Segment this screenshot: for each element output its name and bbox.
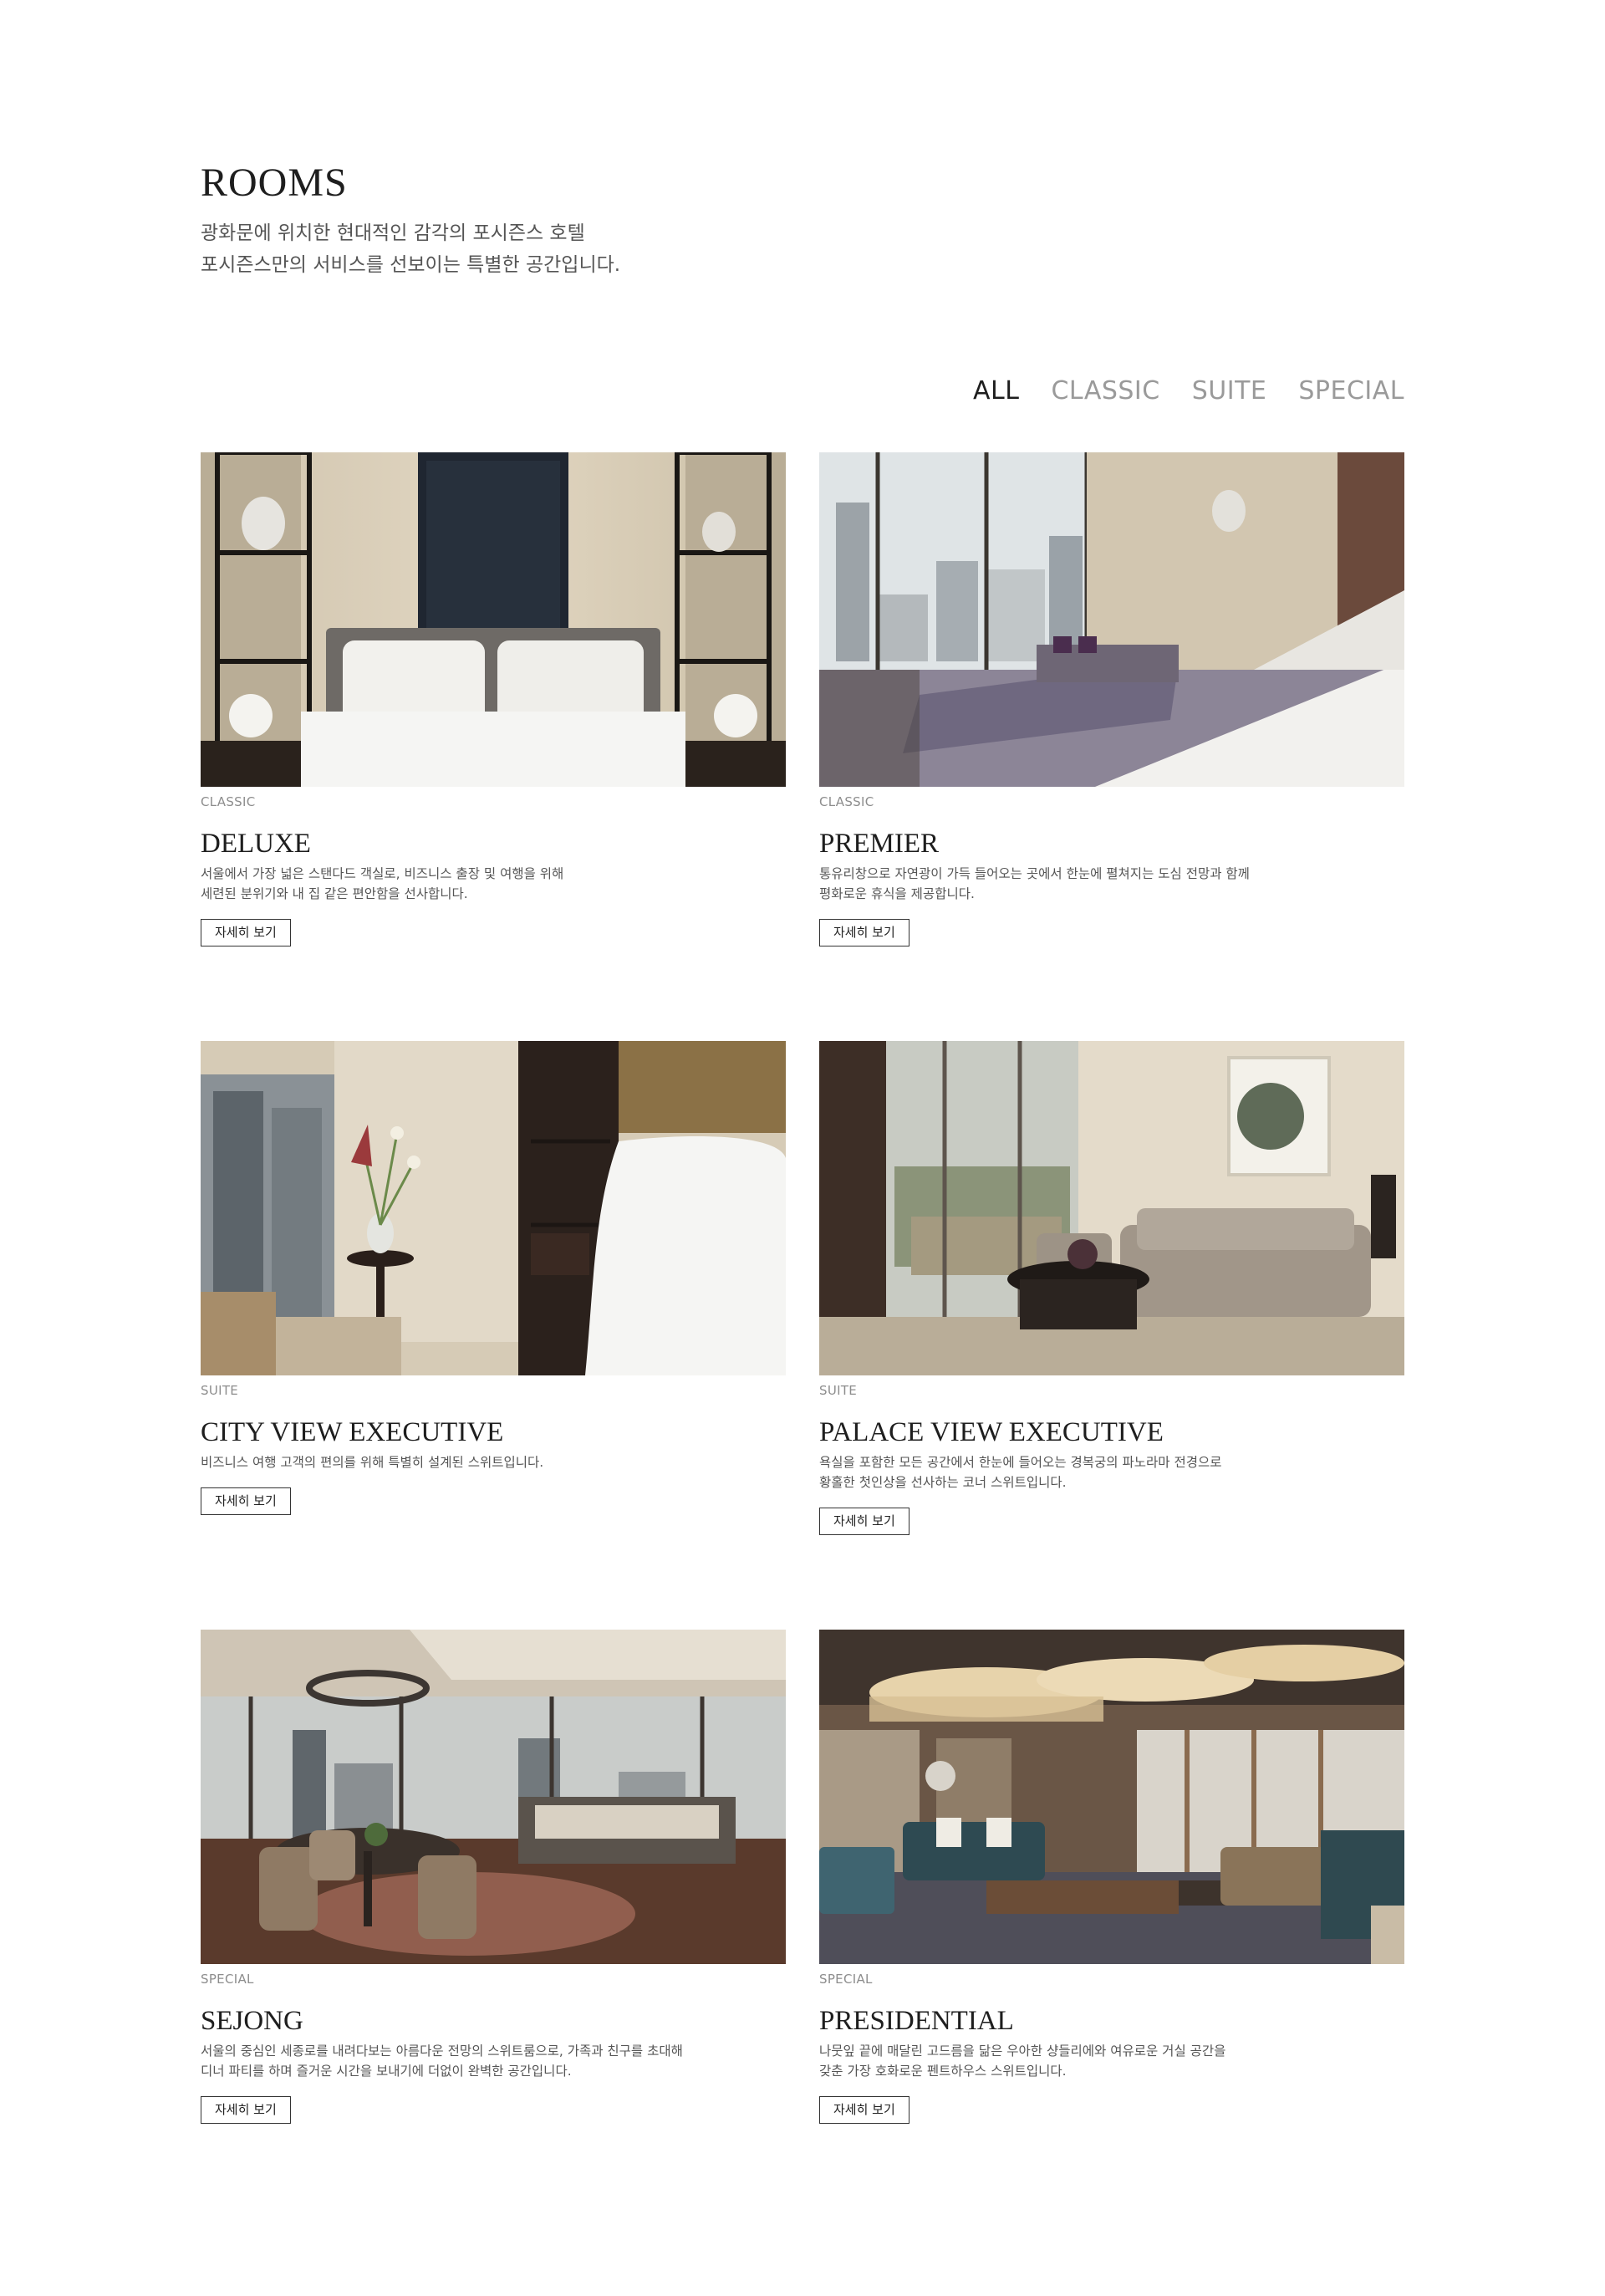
view-details-button[interactable]: 자세히 보기 (819, 919, 910, 946)
description-line: 황홀한 첫인상을 선사하는 코너 스위트입니다. (819, 1475, 1067, 1490)
view-details-button[interactable]: 자세히 보기 (201, 2096, 291, 2124)
room-title: PALACE VIEW EXECUTIVE (819, 1417, 1164, 1447)
room-title: DELUXE (201, 829, 311, 859)
room-card-deluxe: CLASSIC DELUXE 서울에서 가장 넓은 스탠다드 객실로, 비즈니스… (201, 452, 786, 1041)
description-line: 세련된 분위기와 내 집 같은 편안함을 선사합니다. (201, 886, 468, 901)
description-line: 나뭇잎 끝에 매달린 고드름을 닮은 우아한 샹들리에와 여유로운 거실 공간을 (819, 2043, 1226, 2059)
room-title: PREMIER (819, 829, 940, 859)
room-title: SEJONG (201, 2006, 303, 2036)
tab-suite[interactable]: SUITE (1192, 376, 1267, 406)
description-line: 서울의 중심인 세종로를 내려다보는 아름다운 전망의 스위트룸으로, 가족과 … (201, 2043, 683, 2059)
room-description: 나뭇잎 끝에 매달린 고드름을 닮은 우아한 샹들리에와 여유로운 거실 공간을… (819, 2041, 1404, 2081)
intro-line: 광화문에 위치한 현대적인 감각의 포시즌스 호텔 (201, 222, 585, 244)
description-line: 비즈니스 여행 고객의 편의를 위해 특별히 설계된 스위트입니다. (201, 1455, 544, 1470)
intro-line: 포시즌스만의 서비스를 선보이는 특별한 공간입니다. (201, 254, 621, 276)
page-title: ROOMS (201, 161, 348, 205)
room-card-city-view-executive: SUITE CITY VIEW EXECUTIVE 비즈니스 여행 고객의 편의… (201, 1041, 786, 1630)
room-category: SUITE (819, 1383, 858, 1398)
room-photo-city-view-executive[interactable] (201, 1041, 786, 1375)
view-details-button[interactable]: 자세히 보기 (201, 1487, 291, 1515)
room-grid: CLASSIC DELUXE 서울에서 가장 넓은 스탠다드 객실로, 비즈니스… (201, 452, 1404, 2218)
description-line: 디너 파티를 하며 즐거운 시간을 보내기에 더없이 완벽한 공간입니다. (201, 2064, 572, 2079)
view-details-button[interactable]: 자세히 보기 (819, 2096, 910, 2124)
room-description: 통유리창으로 자연광이 가득 들어오는 곳에서 한눈에 펼쳐지는 도심 전망과 … (819, 864, 1404, 904)
room-card-premier: CLASSIC PREMIER 통유리창으로 자연광이 가득 들어오는 곳에서 … (819, 452, 1404, 1041)
room-category: CLASSIC (819, 794, 874, 809)
description-line: 통유리창으로 자연광이 가득 들어오는 곳에서 한눈에 펼쳐지는 도심 전망과 … (819, 866, 1250, 881)
page-intro: 광화문에 위치한 현대적인 감각의 포시즌스 호텔 포시즌스만의 서비스를 선보… (201, 217, 1037, 281)
room-card-palace-view-executive: SUITE PALACE VIEW EXECUTIVE 욕실을 포함한 모든 공… (819, 1041, 1404, 1630)
room-photo-palace-view-executive[interactable] (819, 1041, 1404, 1375)
tab-classic[interactable]: CLASSIC (1051, 376, 1159, 406)
tab-special[interactable]: SPECIAL (1298, 376, 1404, 406)
page-header: ROOMS 광화문에 위치한 현대적인 감각의 포시즌스 호텔 포시즌스만의 서… (201, 159, 1037, 281)
room-description: 서울의 중심인 세종로를 내려다보는 아름다운 전망의 스위트룸으로, 가족과 … (201, 2041, 786, 2081)
description-line: 서울에서 가장 넓은 스탠다드 객실로, 비즈니스 출장 및 여행을 위해 (201, 866, 564, 881)
room-photo-deluxe[interactable] (201, 452, 786, 787)
room-category: SUITE (201, 1383, 239, 1398)
description-line: 평화로운 휴식을 제공합니다. (819, 886, 975, 901)
room-photo-sejong[interactable] (201, 1630, 786, 1964)
room-description: 서울에서 가장 넓은 스탠다드 객실로, 비즈니스 출장 및 여행을 위해 세련… (201, 864, 786, 904)
room-category: CLASSIC (201, 794, 256, 809)
room-card-presidential: SPECIAL PRESIDENTIAL 나뭇잎 끝에 매달린 고드름을 닮은 … (819, 1630, 1404, 2218)
room-title: PRESIDENTIAL (819, 2006, 1014, 2036)
tab-all[interactable]: ALL (973, 376, 1019, 406)
view-details-button[interactable]: 자세히 보기 (201, 919, 291, 946)
room-card-sejong: SPECIAL SEJONG 서울의 중심인 세종로를 내려다보는 아름다운 전… (201, 1630, 786, 2218)
room-description: 욕실을 포함한 모든 공간에서 한눈에 들어오는 경복궁의 파노라마 전경으로 … (819, 1452, 1404, 1492)
room-category: SPECIAL (201, 1972, 254, 1987)
description-line: 갖춘 가장 호화로운 펜트하우스 스위트입니다. (819, 2064, 1067, 2079)
room-photo-presidential[interactable] (819, 1630, 1404, 1964)
room-photo-premier[interactable] (819, 452, 1404, 787)
room-description: 비즈니스 여행 고객의 편의를 위해 특별히 설계된 스위트입니다. (201, 1452, 786, 1472)
description-line: 욕실을 포함한 모든 공간에서 한눈에 들어오는 경복궁의 파노라마 전경으로 (819, 1455, 1222, 1470)
room-filter-tabs: ALL CLASSIC SUITE SPECIAL (973, 376, 1404, 406)
room-category: SPECIAL (819, 1972, 873, 1987)
room-title: CITY VIEW EXECUTIVE (201, 1417, 504, 1447)
view-details-button[interactable]: 자세히 보기 (819, 1508, 910, 1535)
